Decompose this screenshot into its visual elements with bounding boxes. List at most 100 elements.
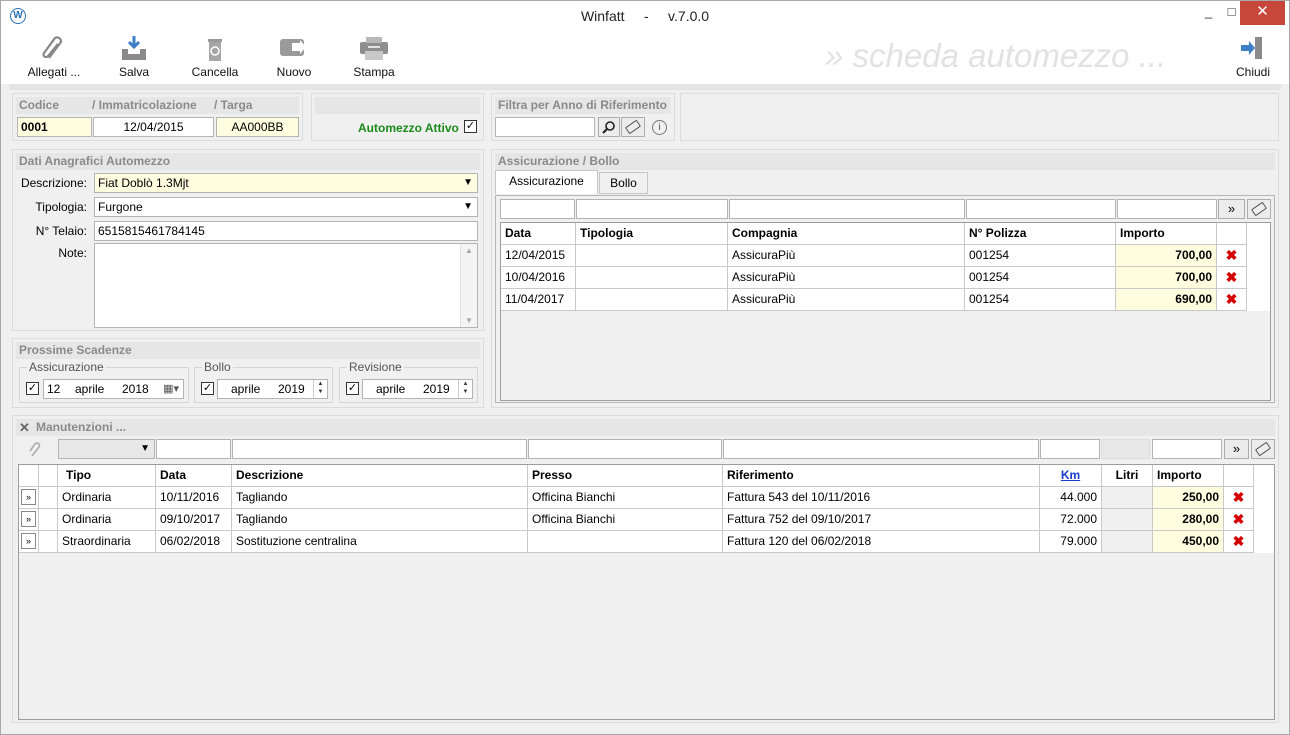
- close-window-button[interactable]: ✕: [1240, 1, 1285, 25]
- col-litri[interactable]: Litri: [1102, 465, 1153, 487]
- cell-tipologia[interactable]: [576, 267, 728, 289]
- filtro-anno-input[interactable]: [495, 117, 595, 137]
- cell-polizza[interactable]: 001254: [965, 289, 1116, 311]
- cell-presso[interactable]: [528, 531, 723, 553]
- scadenza-assicurazione-date[interactable]: 12 aprile 2018 ▦▾: [43, 379, 184, 399]
- note-textarea[interactable]: [94, 243, 478, 328]
- clear-filter-button[interactable]: [1247, 199, 1271, 219]
- filter-data[interactable]: [156, 439, 231, 459]
- apply-filter-button[interactable]: »: [1224, 439, 1249, 459]
- cell-importo[interactable]: 700,00: [1116, 267, 1217, 289]
- col-importo[interactable]: Importo: [1153, 465, 1224, 487]
- attach-row-button[interactable]: [28, 442, 42, 461]
- filter-tipo-select[interactable]: ▼: [58, 439, 155, 459]
- cell-compagnia[interactable]: AssicuraPiù: [728, 245, 965, 267]
- cell-compagnia[interactable]: AssicuraPiù: [728, 289, 965, 311]
- table-row[interactable]: 11/04/2017 AssicuraPiù 001254 690,00 ✖: [501, 289, 1247, 311]
- allegati-button[interactable]: Allegati ...: [23, 32, 85, 82]
- salva-button[interactable]: Salva: [109, 32, 159, 82]
- col-presso[interactable]: Presso: [528, 465, 723, 487]
- col-polizza[interactable]: N° Polizza: [965, 223, 1116, 245]
- col-importo[interactable]: Importo: [1116, 223, 1217, 245]
- nuovo-button[interactable]: Nuovo: [271, 32, 317, 82]
- targa-field[interactable]: AA000BB: [216, 117, 299, 137]
- chiudi-button[interactable]: Chiudi: [1231, 32, 1275, 82]
- filter-tipologia[interactable]: [576, 199, 728, 219]
- filter-presso[interactable]: [528, 439, 722, 459]
- cell-km[interactable]: 44.000: [1040, 487, 1102, 509]
- note-scrollbar[interactable]: ▲ ▼: [460, 244, 477, 327]
- cell-km[interactable]: 79.000: [1040, 531, 1102, 553]
- immatricolazione-field[interactable]: 12/04/2015: [93, 117, 214, 137]
- scadenza-revisione-checkbox[interactable]: ✓: [346, 382, 359, 395]
- cancella-button[interactable]: Cancella: [187, 32, 243, 82]
- cell-importo[interactable]: 280,00: [1153, 509, 1224, 531]
- cell-tipologia[interactable]: [576, 289, 728, 311]
- filter-descrizione[interactable]: [232, 439, 527, 459]
- scadenza-bollo-date[interactable]: aprile 2019 ▲ ▼: [217, 379, 328, 399]
- delete-icon[interactable]: ✖: [1224, 487, 1254, 509]
- col-tipo[interactable]: Tipo: [58, 465, 156, 487]
- col-tipologia[interactable]: Tipologia: [576, 223, 728, 245]
- cell-data[interactable]: 06/02/2018: [156, 531, 232, 553]
- cell-data[interactable]: 12/04/2015: [501, 245, 576, 267]
- clear-filter-button[interactable]: [621, 117, 645, 137]
- table-row[interactable]: » Ordinaria 09/10/2017 Tagliando Officin…: [19, 509, 1254, 531]
- cell-tipo[interactable]: Ordinaria: [58, 487, 156, 509]
- tab-assicurazione[interactable]: Assicurazione: [495, 170, 598, 194]
- delete-icon[interactable]: ✖: [1217, 267, 1247, 289]
- clear-filter-button[interactable]: [1251, 439, 1275, 459]
- cell-importo[interactable]: 700,00: [1116, 245, 1217, 267]
- cell-importo[interactable]: 250,00: [1153, 487, 1224, 509]
- filter-importo[interactable]: [1152, 439, 1222, 459]
- delete-icon[interactable]: ✖: [1224, 531, 1254, 553]
- codice-field[interactable]: 0001: [17, 117, 92, 137]
- search-button[interactable]: [598, 117, 620, 137]
- cell-polizza[interactable]: 001254: [965, 245, 1116, 267]
- stampa-button[interactable]: Stampa: [347, 32, 401, 82]
- cell-importo[interactable]: 450,00: [1153, 531, 1224, 553]
- cell-data[interactable]: 10/04/2016: [501, 267, 576, 289]
- cell-importo[interactable]: 690,00: [1116, 289, 1217, 311]
- cell-presso[interactable]: Officina Bianchi: [528, 487, 723, 509]
- cell-riferimento[interactable]: Fattura 543 del 10/11/2016: [723, 487, 1040, 509]
- col-compagnia[interactable]: Compagnia: [728, 223, 965, 245]
- table-row[interactable]: 10/04/2016 AssicuraPiù 001254 700,00 ✖: [501, 267, 1247, 289]
- tab-bollo[interactable]: Bollo: [599, 172, 648, 194]
- cell-data[interactable]: 11/04/2017: [501, 289, 576, 311]
- bollo-spinner[interactable]: ▲ ▼: [313, 380, 327, 398]
- cell-tipologia[interactable]: [576, 245, 728, 267]
- tipologia-select[interactable]: Furgone ▼: [94, 197, 478, 217]
- row-expand-button[interactable]: »: [19, 509, 39, 531]
- apply-filter-button[interactable]: »: [1218, 199, 1245, 219]
- cell-polizza[interactable]: 001254: [965, 267, 1116, 289]
- cell-descrizione[interactable]: Tagliando: [232, 509, 528, 531]
- telaio-field[interactable]: 6515815461784145: [94, 221, 478, 241]
- filter-data[interactable]: [500, 199, 575, 219]
- row-expand-button[interactable]: »: [19, 487, 39, 509]
- delete-icon[interactable]: ✖: [1217, 245, 1247, 267]
- info-icon[interactable]: i: [652, 120, 667, 135]
- table-row[interactable]: » Straordinaria 06/02/2018 Sostituzione …: [19, 531, 1254, 553]
- cell-data[interactable]: 09/10/2017: [156, 509, 232, 531]
- scadenza-revisione-date[interactable]: aprile 2019 ▲ ▼: [362, 379, 473, 399]
- cell-compagnia[interactable]: AssicuraPiù: [728, 267, 965, 289]
- descrizione-select[interactable]: Fiat Doblò 1.3Mjt ▼: [94, 173, 478, 193]
- col-data[interactable]: Data: [501, 223, 576, 245]
- delete-icon[interactable]: ✖: [1217, 289, 1247, 311]
- cell-tipo[interactable]: Straordinaria: [58, 531, 156, 553]
- cell-presso[interactable]: Officina Bianchi: [528, 509, 723, 531]
- filter-compagnia[interactable]: [729, 199, 965, 219]
- calendar-dropdown-icon[interactable]: ▦▾: [163, 380, 179, 398]
- cell-riferimento[interactable]: Fattura 752 del 09/10/2017: [723, 509, 1040, 531]
- filter-riferimento[interactable]: [723, 439, 1039, 459]
- col-data[interactable]: Data: [156, 465, 232, 487]
- filter-importo[interactable]: [1117, 199, 1217, 219]
- cell-riferimento[interactable]: Fattura 120 del 06/02/2018: [723, 531, 1040, 553]
- table-row[interactable]: » Ordinaria 10/11/2016 Tagliando Officin…: [19, 487, 1254, 509]
- col-descrizione[interactable]: Descrizione: [232, 465, 528, 487]
- cell-km[interactable]: 72.000: [1040, 509, 1102, 531]
- delete-icon[interactable]: ✖: [1224, 509, 1254, 531]
- filter-km[interactable]: [1040, 439, 1100, 459]
- automezzo-attivo-checkbox[interactable]: ✓: [464, 120, 477, 133]
